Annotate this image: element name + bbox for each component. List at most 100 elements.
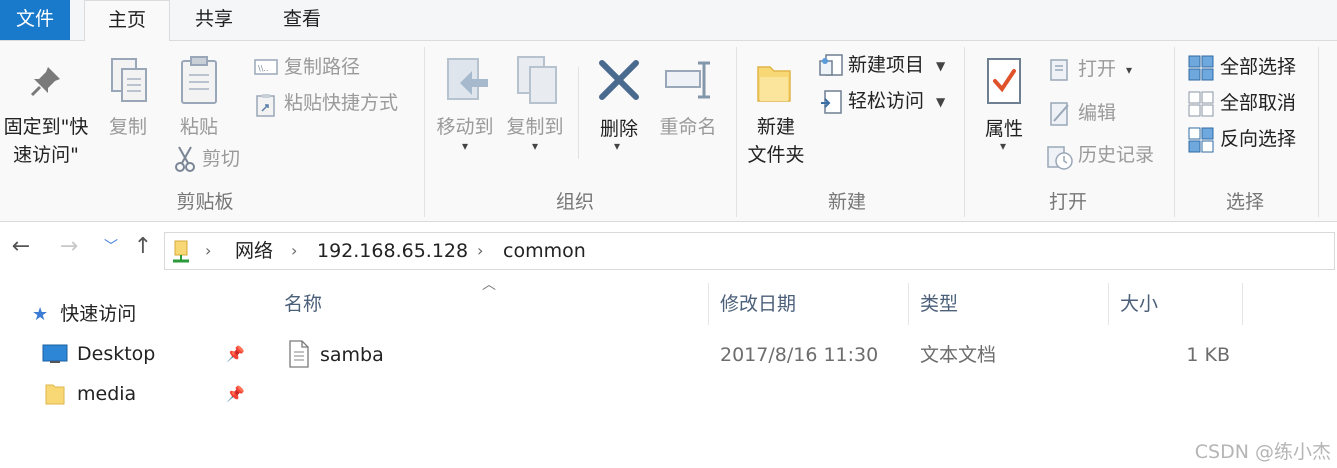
nav-item-desktop[interactable]: Desktop 📌 [40,338,250,370]
file-name: samba [320,344,384,366]
open-icon [1050,59,1068,81]
copy-to-label: 复制到 [506,116,564,138]
move-to-dropdown-icon: ▾ [462,139,469,153]
column-header-type[interactable]: 类型 [920,283,958,325]
group-divider [736,47,737,217]
paste-shortcut-label: 粘贴快捷方式 [284,92,399,114]
delete-x-icon [599,60,639,100]
edit-icon [1050,102,1069,126]
pin-icon[interactable]: 📌 [226,338,245,370]
nav-item-quick-access[interactable]: ★ 快速访问 [32,298,136,330]
paste-label: 粘贴 [179,116,218,138]
new-folder-icon [757,66,791,102]
new-folder-label-2: 文件夹 [747,144,805,166]
column-header-name[interactable]: 名称 [284,283,322,325]
column-divider[interactable] [908,283,909,325]
select-none-icon [1188,91,1214,117]
properties-icon [987,58,1021,104]
tab-file[interactable]: 文件 [0,0,70,40]
address-bar[interactable]: › 网络 › 192.168.65.128 › common [164,232,1335,270]
invert-selection-icon [1188,127,1214,153]
star-icon: ★ [32,304,49,325]
recent-locations-chevron-icon[interactable]: ﹀ [96,232,126,262]
text-file-icon [289,340,309,368]
breadcrumb-common[interactable]: common [503,233,586,269]
breadcrumb-network[interactable]: 网络 [235,233,273,269]
select-all-icon [1188,55,1214,81]
cut-label: 剪切 [202,148,241,170]
file-size: 1 KB [1186,344,1230,366]
open-dropdown-icon: ▾ [1126,63,1133,77]
rename-label: 重命名 [659,116,717,138]
group-divider [424,47,425,217]
group-divider [1318,47,1319,217]
column-divider[interactable] [1242,283,1243,325]
copy-path-label: 复制路径 [284,56,361,78]
back-arrow-icon[interactable]: ← [6,232,36,262]
scissors-icon [175,146,195,172]
breadcrumb-separator-icon[interactable]: › [205,233,211,269]
pin-icon[interactable]: 📌 [226,378,245,410]
easy-access-icon [821,90,842,114]
breadcrumb-separator-icon[interactable]: › [477,233,483,269]
invert-selection-label: 反向选择 [1220,128,1297,150]
copy-label: 复制 [108,116,147,138]
delete-dropdown-icon: ▾ [614,139,621,153]
group-label-open: 打开 [1048,191,1087,213]
organize-inner-divider [578,67,579,159]
pin-label-2: 速访问" [13,144,79,166]
rename-icon [665,61,710,99]
select-none-label: 全部取消 [1220,92,1297,114]
move-to-icon [447,58,488,100]
column-header-size[interactable]: 大小 [1120,283,1158,325]
move-to-label: 移动到 [436,116,494,138]
new-item-dropdown-icon: ▼ [936,59,946,73]
group-label-organize: 组织 [555,191,594,213]
copy-icon [111,58,147,102]
copy-to-dropdown-icon: ▾ [532,139,539,153]
tab-home[interactable]: 主页 [84,0,170,42]
column-divider[interactable] [1108,283,1109,325]
sort-ascending-icon: ︿ [482,277,496,293]
copy-to-icon [517,56,557,104]
easy-access-label: 轻松访问 [848,90,925,112]
breadcrumb-separator-icon[interactable]: › [291,233,297,269]
easy-access-dropdown-icon: ▼ [936,95,946,109]
group-label-select: 选择 [1225,191,1264,213]
pin-label-1: 固定到"快 [3,116,89,138]
nav-item-label: 快速访问 [60,303,137,325]
column-divider[interactable] [708,283,709,325]
nav-item-media[interactable]: media 📌 [40,378,250,410]
nav-item-label: Desktop [77,343,156,365]
clipboard-icon [181,56,217,104]
properties-dropdown-icon: ▾ [1000,139,1007,153]
group-label-new: 新建 [827,191,866,213]
watermark: CSDN @练小杰 [1194,441,1331,463]
desktop-icon [42,344,68,363]
group-divider [1174,47,1175,217]
folder-icon [45,384,65,405]
breadcrumb-host[interactable]: 192.168.65.128 [317,233,468,269]
pin-icon [30,67,60,97]
tab-share[interactable]: 共享 [172,0,256,40]
ribbon-tab-bar: 文件 主页 共享 查看 [0,0,1337,42]
group-divider [964,47,965,217]
tab-view[interactable]: 查看 [260,0,344,40]
ribbon: 固定到"快 速访问" 复制 粘贴 \\.. 复制路径 粘贴快捷方式 剪切 剪贴板… [0,41,1337,222]
history-icon [1047,146,1073,170]
column-header-modified[interactable]: 修改日期 [720,283,796,325]
svg-text:\\..: \\.. [258,64,268,73]
history-label: 历史记录 [1078,144,1155,166]
forward-arrow-icon[interactable]: → [54,232,84,262]
navigation-pane: ★ 快速访问 Desktop 📌 media 📌 [0,272,253,468]
new-folder-label-1: 新建 [756,116,795,138]
new-item-label: 新建项目 [848,54,925,76]
group-label-clipboard: 剪贴板 [176,191,234,213]
new-item-icon [819,54,843,76]
open-label: 打开 [1078,58,1117,80]
nav-item-label: media [77,383,137,405]
copy-path-icon: \\.. [254,59,278,75]
file-modified: 2017/8/16 11:30 [720,344,879,366]
edit-label: 编辑 [1078,102,1117,124]
up-arrow-icon[interactable]: ↑ [128,232,158,262]
